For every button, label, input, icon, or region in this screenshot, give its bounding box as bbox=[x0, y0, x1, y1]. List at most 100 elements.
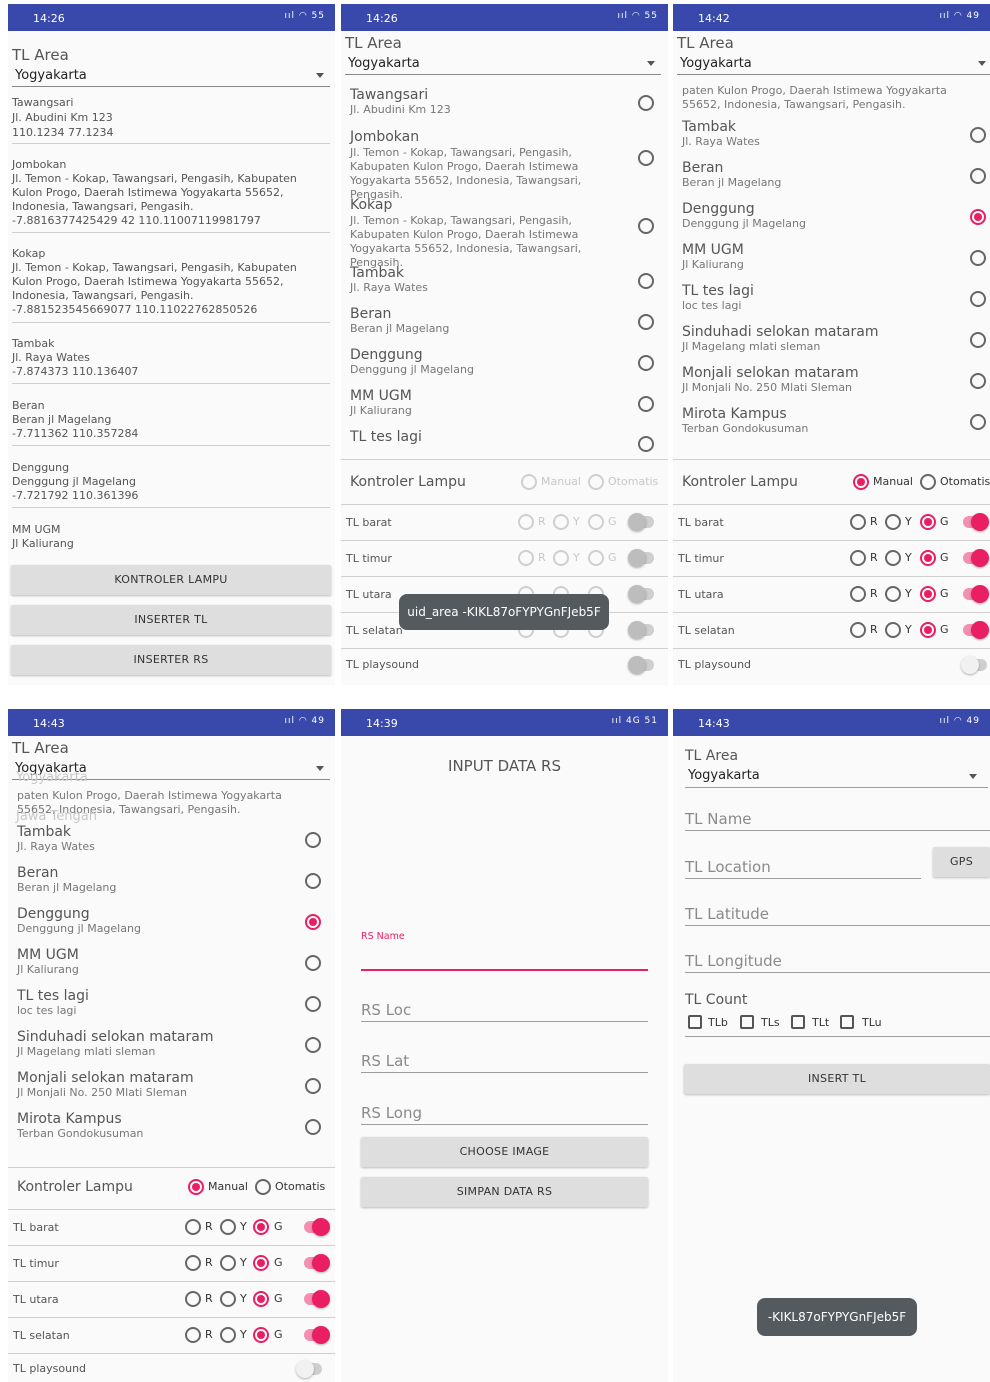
rs-long-input[interactable]: RS Long bbox=[361, 1104, 422, 1122]
item-radio[interactable] bbox=[970, 332, 986, 348]
list-item[interactable]: Monjali selokan mataram Jl Monjali No. 2… bbox=[17, 1070, 287, 1099]
list-item[interactable]: Denggung Denggung jl Magelang bbox=[350, 347, 620, 376]
light-switch[interactable] bbox=[628, 513, 654, 531]
list-item[interactable]: Tawangsari Jl. Abudini Km 123 110.1234 7… bbox=[12, 96, 330, 139]
inserter-tl-button[interactable]: INSERTER TL bbox=[11, 605, 331, 635]
list-item[interactable]: Tambak Jl. Raya Wates bbox=[17, 824, 287, 853]
list-item[interactable]: TL tes lagi loc tes lagi bbox=[682, 283, 952, 312]
light-switch[interactable] bbox=[628, 585, 654, 603]
red-radio[interactable] bbox=[185, 1327, 201, 1343]
rs-lat-input[interactable]: RS Lat bbox=[361, 1052, 409, 1070]
manual-radio[interactable] bbox=[188, 1179, 204, 1195]
item-radio-selected[interactable] bbox=[970, 209, 986, 225]
green-radio[interactable] bbox=[920, 586, 936, 602]
light-switch[interactable] bbox=[963, 513, 989, 531]
playsound-switch[interactable] bbox=[296, 1360, 322, 1378]
kontroler-lampu-button[interactable]: KONTROLER LAMPU bbox=[11, 565, 331, 595]
inserter-rs-button[interactable]: INSERTER RS bbox=[11, 645, 331, 675]
list-item[interactable]: Denggung Denggung jl Magelang bbox=[682, 201, 952, 230]
list-item[interactable]: MM UGM Jl Kaliurang bbox=[682, 242, 952, 271]
list-item[interactable]: Monjali selokan mataram Jl Monjali No. 2… bbox=[682, 365, 952, 394]
list-item[interactable]: Beran Beran jl Magelang bbox=[682, 160, 952, 189]
tlu-checkbox[interactable] bbox=[840, 1015, 854, 1029]
tl-longitude-input[interactable]: TL Longitude bbox=[685, 952, 782, 970]
yellow-radio[interactable] bbox=[885, 550, 901, 566]
item-radio[interactable] bbox=[638, 355, 654, 371]
list-item[interactable]: Mirota Kampus Terban Gondokusuman bbox=[682, 406, 952, 435]
list-item[interactable]: Beran Beran jl Magelang bbox=[17, 865, 287, 894]
item-radio[interactable] bbox=[970, 373, 986, 389]
item-radio[interactable] bbox=[305, 996, 321, 1012]
list-item[interactable]: Kokap Jl. Temon - Kokap, Tawangsari, Pen… bbox=[350, 196, 625, 270]
red-radio[interactable] bbox=[185, 1219, 201, 1235]
yellow-radio[interactable] bbox=[220, 1327, 236, 1343]
list-item[interactable]: Jombokan Jl. Temon - Kokap, Tawangsari, … bbox=[12, 158, 330, 228]
item-radio[interactable] bbox=[970, 414, 986, 430]
green-radio[interactable] bbox=[253, 1327, 269, 1343]
manual-radio[interactable] bbox=[853, 474, 869, 490]
light-switch[interactable] bbox=[304, 1290, 330, 1308]
yellow-radio[interactable] bbox=[220, 1219, 236, 1235]
green-radio[interactable] bbox=[920, 550, 936, 566]
list-item[interactable]: Jombokan Jl. Temon - Kokap, Tawangsari, … bbox=[350, 128, 625, 202]
green-radio[interactable] bbox=[588, 550, 604, 566]
item-radio[interactable] bbox=[638, 436, 654, 452]
green-radio[interactable] bbox=[253, 1291, 269, 1307]
rs-name-input[interactable] bbox=[361, 945, 648, 969]
otomatis-radio[interactable] bbox=[920, 474, 936, 490]
item-radio[interactable] bbox=[638, 314, 654, 330]
area-spinner[interactable]: Yogyakarta bbox=[685, 767, 983, 787]
item-radio[interactable] bbox=[305, 955, 321, 971]
list-item[interactable]: MM UGM Jl Kaliurang bbox=[12, 523, 330, 551]
red-radio[interactable] bbox=[850, 622, 866, 638]
green-radio[interactable] bbox=[588, 514, 604, 530]
tl-name-input[interactable]: TL Name bbox=[685, 810, 752, 828]
list-item[interactable]: Beran Beran jl Magelang bbox=[350, 306, 620, 335]
rs-loc-input[interactable]: RS Loc bbox=[361, 1001, 411, 1019]
list-item[interactable]: Sinduhadi selokan mataram Jl Magelang ml… bbox=[17, 1029, 287, 1058]
list-item[interactable]: Mirota Kampus Terban Gondokusuman bbox=[17, 1111, 287, 1140]
insert-tl-button[interactable]: INSERT TL bbox=[684, 1064, 990, 1094]
green-radio[interactable] bbox=[253, 1219, 269, 1235]
green-radio[interactable] bbox=[920, 514, 936, 530]
tlt-checkbox[interactable] bbox=[791, 1015, 805, 1029]
item-radio[interactable] bbox=[970, 291, 986, 307]
light-switch[interactable] bbox=[963, 585, 989, 603]
item-radio[interactable] bbox=[638, 95, 654, 111]
list-item[interactable]: Denggung Denggung jl Magelang -7.721792 … bbox=[12, 461, 330, 503]
light-switch[interactable] bbox=[963, 549, 989, 567]
simpan-data-rs-button[interactable]: SIMPAN DATA RS bbox=[361, 1177, 648, 1207]
manual-radio[interactable] bbox=[521, 474, 537, 490]
playsound-switch[interactable] bbox=[961, 656, 987, 674]
tlb-checkbox[interactable] bbox=[688, 1015, 702, 1029]
list-item[interactable]: Tambak Jl. Raya Wates -7.874373 110.1364… bbox=[12, 337, 330, 379]
red-radio[interactable] bbox=[185, 1255, 201, 1271]
item-radio[interactable] bbox=[638, 218, 654, 234]
item-radio[interactable] bbox=[305, 1119, 321, 1135]
item-radio[interactable] bbox=[638, 273, 654, 289]
red-radio[interactable] bbox=[850, 550, 866, 566]
item-radio[interactable] bbox=[305, 832, 321, 848]
item-radio[interactable] bbox=[638, 396, 654, 412]
light-switch[interactable] bbox=[628, 549, 654, 567]
area-spinner[interactable]: Yogyakarta bbox=[345, 54, 661, 74]
red-radio[interactable] bbox=[518, 550, 534, 566]
item-radio[interactable] bbox=[305, 873, 321, 889]
list-item[interactable]: TL tes lagi loc tes lagi bbox=[17, 988, 287, 1017]
otomatis-radio[interactable] bbox=[255, 1179, 271, 1195]
yellow-radio[interactable] bbox=[220, 1255, 236, 1271]
yellow-radio[interactable] bbox=[553, 514, 569, 530]
list-item[interactable]: Beran Beran jl Magelang -7.711362 110.35… bbox=[12, 399, 330, 441]
list-item[interactable]: Sinduhadi selokan mataram Jl Magelang ml… bbox=[682, 324, 952, 353]
red-radio[interactable] bbox=[850, 514, 866, 530]
list-item[interactable]: Kokap Jl. Temon - Kokap, Tawangsari, Pen… bbox=[12, 247, 330, 317]
red-radio[interactable] bbox=[850, 586, 866, 602]
green-radio[interactable] bbox=[920, 622, 936, 638]
light-switch[interactable] bbox=[963, 621, 989, 639]
item-radio[interactable] bbox=[638, 150, 654, 166]
playsound-switch[interactable] bbox=[628, 656, 654, 674]
green-radio[interactable] bbox=[253, 1255, 269, 1271]
item-radio[interactable] bbox=[970, 250, 986, 266]
yellow-radio[interactable] bbox=[553, 550, 569, 566]
list-item[interactable]: Tawangsari Jl. Abudini Km 123 bbox=[350, 87, 620, 116]
